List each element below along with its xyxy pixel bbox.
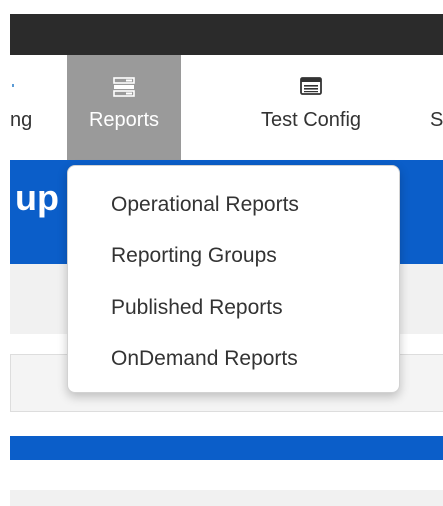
left-margin bbox=[0, 0, 10, 506]
nav-tab-label: Test Config bbox=[260, 109, 362, 131]
top-bar bbox=[10, 14, 443, 55]
table-header-bar bbox=[10, 436, 443, 460]
app-screen: ng Reports Test Config S up Operational … bbox=[0, 0, 443, 506]
reports-list-icon bbox=[113, 77, 135, 103]
menu-item-published-reports[interactable]: Published Reports bbox=[111, 296, 283, 320]
nav-tab-label: S bbox=[430, 109, 443, 131]
reports-dropdown-menu: Operational Reports Reporting Groups Pub… bbox=[67, 165, 400, 393]
menu-item-ondemand-reports[interactable]: OnDemand Reports bbox=[111, 347, 298, 371]
nav-tab-label: ng bbox=[10, 109, 33, 131]
nav-tab-partial-right[interactable]: S bbox=[430, 55, 443, 160]
partial-icon bbox=[12, 77, 18, 100]
nav-tab-partial-left[interactable]: ng bbox=[10, 55, 66, 160]
nav-tab-reports[interactable]: Reports bbox=[67, 55, 181, 160]
window-icon bbox=[300, 77, 322, 101]
table-row bbox=[10, 490, 443, 506]
menu-item-operational-reports[interactable]: Operational Reports bbox=[111, 193, 299, 217]
page-title: up bbox=[15, 177, 59, 218]
menu-item-reporting-groups[interactable]: Reporting Groups bbox=[111, 244, 277, 268]
nav-tab-label: Reports bbox=[88, 109, 160, 131]
nav-tab-test-config[interactable]: Test Config bbox=[236, 55, 386, 160]
